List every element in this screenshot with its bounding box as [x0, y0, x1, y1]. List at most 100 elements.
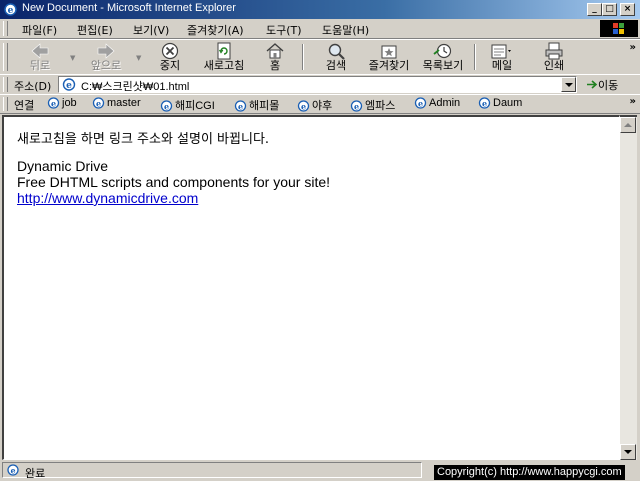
- forward-button[interactable]: 앞으로: [84, 42, 128, 72]
- go-arrow-icon: [587, 80, 598, 89]
- svg-text:e: e: [96, 99, 101, 109]
- mail-icon: [491, 44, 511, 59]
- mail-label: 메일: [491, 59, 513, 72]
- history-button[interactable]: 목록보기: [418, 42, 468, 72]
- search-button[interactable]: 검색: [318, 42, 354, 72]
- window-title: New Document - Microsoft Internet Explor…: [22, 2, 236, 14]
- link-yahoo[interactable]: e 야후: [297, 97, 332, 113]
- menu-help[interactable]: 도움말(H): [322, 22, 369, 38]
- address-value: C:₩스크린샷₩01.html: [81, 81, 190, 93]
- favorites-button[interactable]: 즐겨찾기: [364, 42, 414, 72]
- link-title-text: Dynamic Drive: [17, 158, 109, 174]
- home-label: 홈: [269, 59, 281, 72]
- scroll-down-button[interactable]: [620, 444, 636, 460]
- search-label: 검색: [325, 59, 347, 72]
- print-label: 인쇄: [543, 59, 565, 72]
- toolbar-separator: [302, 44, 304, 70]
- page-content: 새로고침을 하면 링크 주소와 설명이 바뀝니다. Dynamic Drive …: [2, 115, 620, 460]
- print-button[interactable]: 인쇄: [536, 42, 572, 72]
- toolbar-chevron[interactable]: »: [630, 42, 636, 53]
- forward-dropdown-icon[interactable]: ▼: [136, 54, 141, 62]
- status-text: 완료: [25, 467, 46, 480]
- svg-text:e: e: [482, 99, 487, 109]
- address-grip[interactable]: [3, 77, 8, 92]
- link-happymall[interactable]: e 해피몰: [234, 97, 279, 113]
- ie-page-icon: e: [47, 97, 60, 109]
- refresh-notice-text: 새로고침을 하면 링크 주소와 설명이 바뀝니다.: [17, 132, 270, 147]
- address-label: 주소(D): [14, 80, 52, 93]
- links-bar: 연결 e job e master e 해피CGI e 해피몰 e 야후 e 엠파스 e Ad…: [0, 94, 640, 114]
- ie-page-icon: e: [160, 100, 173, 112]
- back-dropdown-icon[interactable]: ▼: [70, 54, 75, 62]
- menu-bar: 파일(F) 편집(E) 보기(V) 즐겨찾기(A) 도구(T) 도움말(H): [0, 19, 640, 39]
- minimize-button[interactable]: _: [587, 3, 602, 16]
- menu-favorites[interactable]: 즐겨찾기(A): [187, 22, 244, 38]
- ie-page-icon: e: [92, 97, 105, 109]
- go-label: 이동: [598, 79, 619, 92]
- ie-page-icon: e: [297, 100, 310, 112]
- svg-text:e: e: [301, 102, 306, 112]
- link-master[interactable]: e master: [92, 97, 141, 109]
- go-button[interactable]: 이동: [586, 77, 618, 93]
- standard-toolbar: 뒤로 ▼ 앞으로 ▼ 중지 새로고침 홈 검색 즐겨찾기 목록보기 메일 인쇄 …: [0, 39, 640, 75]
- links-chevron[interactable]: »: [630, 96, 636, 107]
- link-description-text: Free DHTML scripts and components for yo…: [17, 174, 331, 190]
- menu-tools[interactable]: 도구(T): [266, 22, 302, 38]
- link-happycgi[interactable]: e 해피CGI: [160, 97, 215, 113]
- menu-file[interactable]: 파일(F): [22, 22, 57, 38]
- copyright-watermark: Copyright(c) http://www.happycgi.com: [434, 465, 625, 480]
- title-bar[interactable]: e New Document - Microsoft Internet Expl…: [0, 0, 640, 19]
- stop-icon: [161, 42, 179, 60]
- mail-button[interactable]: 메일: [484, 42, 520, 72]
- close-button[interactable]: ×: [620, 3, 635, 16]
- address-dropdown-button[interactable]: [561, 77, 576, 92]
- menu-view[interactable]: 보기(V): [133, 22, 169, 38]
- svg-text:e: e: [354, 102, 359, 112]
- stop-label: 중지: [159, 59, 181, 72]
- toolbar-separator: [474, 44, 476, 70]
- page-icon: e: [62, 78, 76, 91]
- address-bar: 주소(D) e C:₩스크린샷₩01.html 이동: [0, 74, 640, 95]
- link-admin[interactable]: e Admin: [414, 97, 460, 109]
- home-button[interactable]: 홈: [260, 42, 290, 72]
- dynamicdrive-link[interactable]: http://www.dynamicdrive.com: [17, 190, 198, 206]
- stop-button[interactable]: 중지: [152, 42, 188, 72]
- links-label: 연결: [14, 99, 35, 112]
- address-input[interactable]: e C:₩스크린샷₩01.html: [58, 76, 577, 93]
- links-grip[interactable]: [3, 97, 8, 111]
- ie-icon: e: [4, 3, 17, 16]
- ie-page-icon: e: [478, 97, 491, 109]
- svg-text:e: e: [51, 99, 56, 109]
- print-icon: [545, 42, 563, 60]
- back-label: 뒤로: [29, 59, 51, 72]
- svg-text:e: e: [164, 102, 169, 112]
- menu-grip[interactable]: [3, 21, 8, 36]
- search-icon: [328, 43, 345, 60]
- svg-text:e: e: [238, 102, 243, 112]
- favorites-icon: [381, 45, 397, 59]
- forward-label: 앞으로: [90, 59, 122, 72]
- link-empas[interactable]: e 엠파스: [350, 97, 395, 113]
- back-button[interactable]: 뒤로: [20, 42, 60, 72]
- maximize-button[interactable]: □: [602, 3, 617, 16]
- menu-edit[interactable]: 편집(E): [77, 22, 113, 38]
- refresh-label: 새로고침: [203, 59, 245, 72]
- vertical-scrollbar[interactable]: [620, 115, 637, 460]
- svg-text:e: e: [8, 6, 14, 16]
- ie-page-icon: e: [414, 97, 427, 109]
- toolbar-grip[interactable]: [3, 43, 8, 71]
- status-ie-icon: e: [7, 464, 19, 476]
- link-job[interactable]: e job: [47, 97, 77, 109]
- refresh-button[interactable]: 새로고침: [198, 42, 250, 72]
- link-daum[interactable]: e Daum: [478, 97, 522, 109]
- svg-text:e: e: [418, 99, 423, 109]
- windows-logo: [600, 20, 638, 37]
- svg-text:e: e: [10, 466, 15, 476]
- back-arrow-icon: [31, 43, 49, 59]
- scroll-up-button[interactable]: [620, 117, 636, 133]
- favorites-label: 즐겨찾기: [368, 59, 410, 72]
- status-pane-main: e 완료: [2, 462, 422, 480]
- refresh-icon: [217, 42, 231, 60]
- forward-arrow-icon: [97, 43, 115, 59]
- svg-text:e: e: [66, 81, 72, 91]
